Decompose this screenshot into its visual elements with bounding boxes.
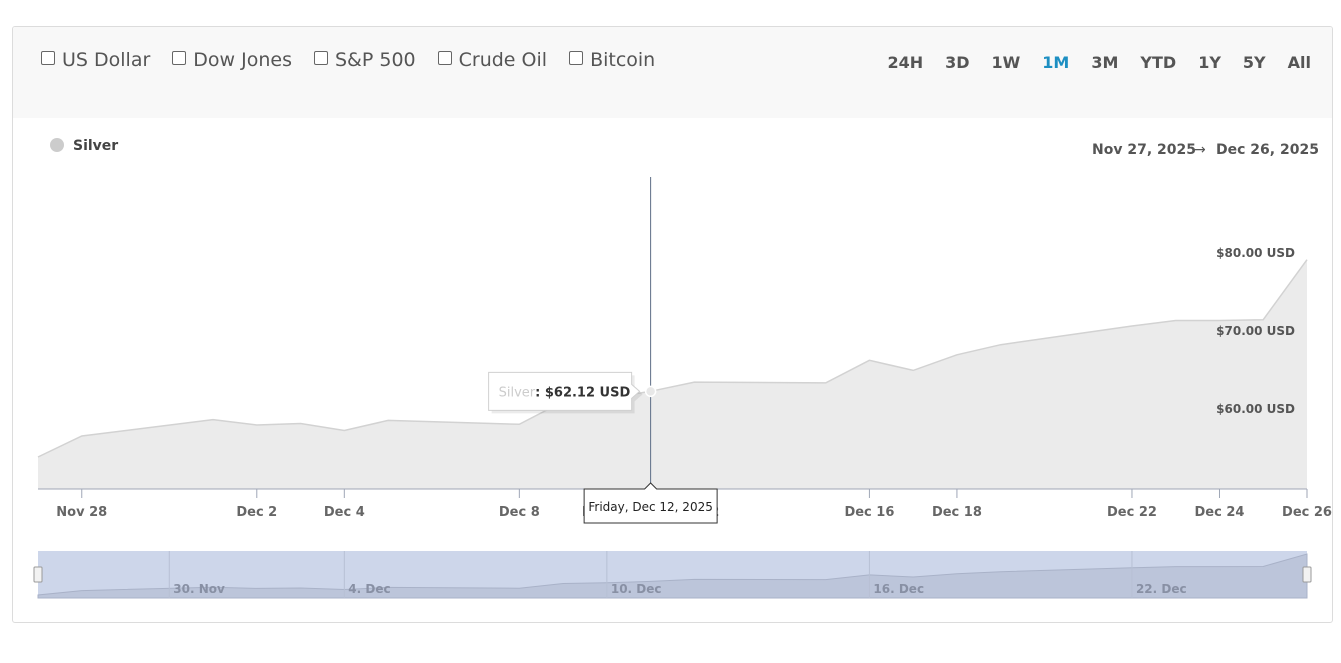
x-tick-label: Nov 28 <box>56 505 107 520</box>
navigator-label: 16. Dec <box>873 582 924 596</box>
navigator-handle-right[interactable] <box>1302 566 1312 583</box>
date-range-to: Dec 26, 2025 <box>1216 142 1319 158</box>
tooltip-value: : $62.12 USD <box>535 385 630 400</box>
y-tick-label: $80.00 USD <box>1216 246 1295 260</box>
navigator-label: 10. Dec <box>611 582 662 596</box>
area-layer <box>37 259 1308 489</box>
tooltip-text: Silver: $62.12 USD <box>499 385 631 400</box>
navigator-handle-left[interactable] <box>33 566 43 583</box>
x-tick-label: Dec 24 <box>1195 505 1245 520</box>
legend-marker <box>50 138 64 152</box>
silver-area <box>38 259 1307 489</box>
date-range-display: Nov 27, 2025 → Dec 26, 2025 <box>1092 142 1319 158</box>
price-chart[interactable]: Nov 28Dec 2Dec 4Dec 8Dec 10Dec 12Dec 16D… <box>13 27 1332 622</box>
date-label-text: Friday, Dec 12, 2025 <box>588 500 712 514</box>
legend-label: Silver <box>73 138 118 154</box>
date-range-arrow: → <box>1194 142 1206 158</box>
y-tick-label: $60.00 USD <box>1216 402 1295 416</box>
x-tick-label: Dec 22 <box>1107 505 1157 520</box>
highlighted-point <box>644 385 657 398</box>
x-tick-label: Dec 2 <box>236 505 277 520</box>
date-range-from: Nov 27, 2025 <box>1092 142 1196 158</box>
navigator[interactable]: 30. Nov 4. Dec 10. Dec 16. Dec 22. Dec <box>33 551 1312 599</box>
navigator-label: 22. Dec <box>1136 582 1187 596</box>
navigator-label: 30. Nov <box>173 582 225 596</box>
legend[interactable]: Silver <box>50 138 118 154</box>
navigator-label: 4. Dec <box>348 582 390 596</box>
y-tick-label: $70.00 USD <box>1216 324 1295 338</box>
tooltip-series-name: Silver <box>499 385 536 400</box>
x-tick-label: Dec 26 <box>1282 505 1332 520</box>
chart-card: US Dollar Dow Jones S&P 500 Crude Oil Bi… <box>12 26 1333 623</box>
x-tick-label: Dec 8 <box>499 505 540 520</box>
x-tick-label: Dec 18 <box>932 505 982 520</box>
x-tick-label: Dec 16 <box>844 505 894 520</box>
x-tick-label: Dec 4 <box>324 505 365 520</box>
